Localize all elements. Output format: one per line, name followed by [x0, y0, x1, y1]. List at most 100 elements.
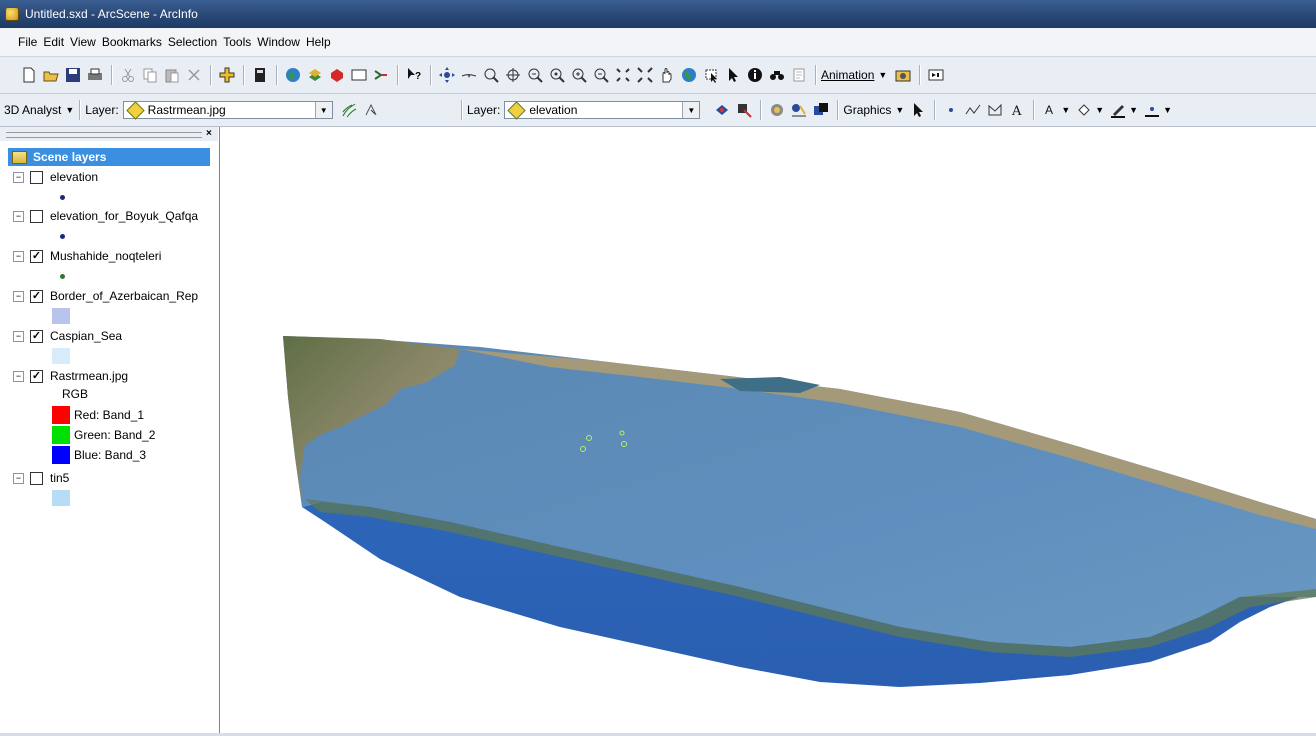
- capture-view-icon[interactable]: [895, 67, 911, 83]
- toc-layer-tin5[interactable]: − tin5: [13, 470, 69, 486]
- whats-this-icon[interactable]: ?: [406, 67, 422, 83]
- select-elements-icon[interactable]: [910, 102, 926, 118]
- menu-bookmarks[interactable]: Bookmarks: [99, 28, 165, 56]
- menu-tools[interactable]: Tools: [220, 28, 254, 56]
- interpolate-point-icon[interactable]: [714, 102, 730, 118]
- chevron-down-icon[interactable]: ▼: [314, 102, 332, 118]
- layer-visibility-checkbox[interactable]: [30, 209, 43, 223]
- properties-icon[interactable]: [791, 67, 807, 83]
- layers-icon[interactable]: [307, 67, 323, 83]
- collapse-icon[interactable]: −: [13, 330, 24, 342]
- save-icon[interactable]: [65, 67, 81, 83]
- extent-icon[interactable]: [637, 67, 653, 83]
- collapse-icon[interactable]: −: [13, 472, 24, 484]
- fill-color-icon[interactable]: [1076, 102, 1092, 118]
- zoom-in-icon[interactable]: [571, 67, 587, 83]
- font-color-icon[interactable]: A: [1042, 102, 1058, 118]
- full-extent-icon[interactable]: [615, 67, 631, 83]
- zoom-target-icon[interactable]: [527, 67, 543, 83]
- menu-window[interactable]: Window: [254, 28, 303, 56]
- collapse-icon[interactable]: −: [13, 370, 24, 382]
- line-of-sight-icon[interactable]: [791, 102, 807, 118]
- chevron-down-icon[interactable]: ▼: [1061, 105, 1070, 115]
- navigate-icon[interactable]: [439, 67, 455, 83]
- menu-view[interactable]: View: [67, 28, 99, 56]
- copy-icon[interactable]: [142, 67, 158, 83]
- chevron-down-icon[interactable]: ▼: [1095, 105, 1104, 115]
- interpolate-polygon-icon[interactable]: [769, 102, 785, 118]
- layer-visibility-checkbox[interactable]: ✓: [30, 369, 43, 383]
- toc-layer-caspian-sea[interactable]: − ✓ Caspian_Sea: [13, 328, 122, 344]
- new-polygon-icon[interactable]: [987, 102, 1003, 118]
- layer2-select[interactable]: elevation ▼: [504, 100, 701, 120]
- collapse-icon[interactable]: −: [13, 250, 24, 262]
- select-features-icon[interactable]: [703, 67, 719, 83]
- find-icon[interactable]: [769, 67, 785, 83]
- red-layers-icon[interactable]: [329, 67, 345, 83]
- paste-icon[interactable]: [164, 67, 180, 83]
- collapse-icon[interactable]: −: [13, 171, 24, 183]
- globe-view-icon[interactable]: [681, 67, 697, 83]
- frame-icon[interactable]: [351, 67, 367, 83]
- chevron-down-icon: ▼: [878, 70, 888, 80]
- chevron-down-icon[interactable]: ▼: [1129, 105, 1138, 115]
- profile-graph-icon[interactable]: [813, 102, 829, 118]
- new-icon[interactable]: [21, 67, 37, 83]
- set-observer-icon[interactable]: [549, 67, 565, 83]
- menu-help[interactable]: Help: [303, 28, 334, 56]
- open-icon[interactable]: [43, 67, 59, 83]
- menu-file[interactable]: File: [15, 28, 40, 56]
- scene-layers-header[interactable]: Scene layers: [8, 148, 210, 166]
- toc-layer-elevation[interactable]: − elevation: [13, 169, 98, 185]
- line-color-icon[interactable]: [1110, 102, 1126, 118]
- chevron-down-icon[interactable]: ▼: [1163, 105, 1172, 115]
- new-text-icon[interactable]: A: [1009, 102, 1025, 119]
- layer-visibility-checkbox[interactable]: ✓: [30, 289, 43, 303]
- toolbar-separator: [111, 65, 112, 85]
- animation-controls-icon[interactable]: [928, 67, 944, 83]
- add-data-icon[interactable]: [219, 67, 235, 83]
- connect-icon[interactable]: [373, 67, 389, 83]
- fly-icon[interactable]: [461, 67, 477, 83]
- close-icon[interactable]: ×: [206, 128, 212, 139]
- interpolate-line-icon[interactable]: [736, 102, 753, 118]
- zoom-out-icon[interactable]: [593, 67, 609, 83]
- toc-grip[interactable]: [6, 132, 202, 138]
- new-point-icon[interactable]: [943, 102, 959, 118]
- toc-layer-border-of-azerbaican-rep[interactable]: − ✓ Border_of_Azerbaican_Rep: [13, 288, 198, 304]
- marker-color-icon[interactable]: [1144, 102, 1160, 118]
- 3d-analyst-menu[interactable]: 3D Analyst ▼: [4, 103, 74, 117]
- toc-layer-elevation-for-boyuk-qafqa[interactable]: − elevation_for_Boyuk_Qafqa: [13, 208, 198, 224]
- new-line-icon[interactable]: [965, 102, 981, 118]
- layer-label: Layer:: [85, 103, 119, 117]
- delete-icon[interactable]: [186, 67, 202, 83]
- layer-visibility-checkbox[interactable]: [30, 170, 43, 184]
- menu-selection[interactable]: Selection: [165, 28, 220, 56]
- layer-visibility-checkbox[interactable]: ✓: [30, 249, 43, 263]
- layer-visibility-checkbox[interactable]: ✓: [30, 329, 43, 343]
- animation-dropdown[interactable]: Animation ▼: [821, 68, 887, 82]
- layer-select[interactable]: Rastrmean.jpg ▼: [122, 100, 333, 120]
- globe-icon[interactable]: [285, 67, 301, 83]
- steepest-path-icon[interactable]: [363, 102, 379, 118]
- graphics-menu[interactable]: Graphics ▼: [843, 103, 904, 117]
- pan-icon[interactable]: [659, 67, 675, 83]
- scene-viewport[interactable]: [220, 127, 1316, 733]
- select-element-icon[interactable]: [725, 67, 741, 83]
- cut-icon[interactable]: [120, 67, 136, 83]
- menu-edit[interactable]: Edit: [40, 28, 67, 56]
- collapse-icon[interactable]: −: [13, 210, 24, 222]
- chevron-down-icon[interactable]: ▼: [682, 102, 700, 118]
- print-icon[interactable]: [87, 67, 103, 83]
- toc-layer-mushahide-noqteleri[interactable]: − ✓ Mushahide_noqteleri: [13, 248, 161, 264]
- toc-layer-rastrmean[interactable]: − ✓ Rastrmean.jpg: [13, 368, 128, 384]
- center-icon[interactable]: [505, 67, 521, 83]
- contour-icon[interactable]: [341, 102, 357, 118]
- collapse-icon[interactable]: −: [13, 290, 24, 302]
- 3d-scene-render[interactable]: [220, 127, 1316, 733]
- arctoolbox-icon[interactable]: [252, 67, 268, 83]
- target-zoom-icon[interactable]: [483, 67, 499, 83]
- layer-visibility-checkbox[interactable]: [30, 471, 43, 485]
- identify-icon[interactable]: [747, 67, 763, 83]
- toolbar-separator: [837, 100, 839, 120]
